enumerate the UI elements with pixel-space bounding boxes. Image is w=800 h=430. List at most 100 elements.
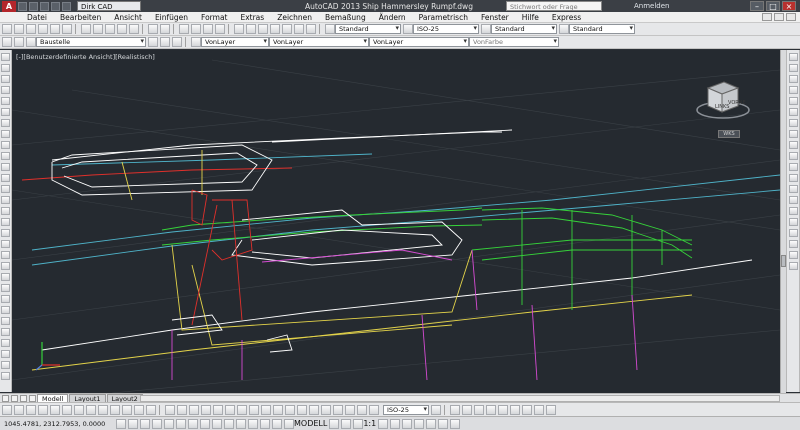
search-input[interactable]: Stichwort oder Frage eingeben: [506, 1, 602, 21]
dim-linear-bottom-icon[interactable]: [165, 404, 175, 415]
dim-space-bottom-icon[interactable]: [297, 404, 307, 415]
design-center-icon[interactable]: [246, 24, 256, 34]
mtext-tool-icon[interactable]: [1, 251, 10, 259]
auto-scale-icon[interactable]: [390, 418, 401, 429]
tolerance-bottom-icon[interactable]: [321, 404, 331, 415]
stretch-tool-icon[interactable]: [1, 361, 10, 369]
match-properties-icon[interactable]: [117, 24, 127, 34]
copy-tool-icon[interactable]: [1, 284, 10, 292]
quick-properties-icon[interactable]: [134, 404, 144, 415]
copy-icon[interactable]: [93, 24, 103, 34]
close-icon[interactable]: ×: [782, 1, 796, 11]
dim-angular-icon[interactable]: [788, 130, 798, 138]
transparency-icon[interactable]: [122, 404, 132, 415]
doc-restore-icon[interactable]: [774, 13, 784, 21]
login-button[interactable]: Anmelden: [634, 2, 669, 10]
ortho-mode-icon[interactable]: [26, 404, 36, 415]
color-swatch-icon[interactable]: [191, 37, 201, 47]
dim-diameter-icon[interactable]: [788, 119, 798, 127]
pan-icon[interactable]: [179, 24, 189, 34]
quick-dim-bottom-icon[interactable]: [261, 404, 271, 415]
dim-ordinate-icon[interactable]: [788, 86, 798, 94]
zoom-previous-icon[interactable]: [215, 24, 225, 34]
menu-hilfe[interactable]: Hilfe: [522, 13, 539, 22]
grid-display-icon[interactable]: [14, 404, 24, 415]
menu-aendern[interactable]: Ändern: [379, 13, 406, 22]
grid-icon[interactable]: [140, 418, 150, 429]
maximize-icon[interactable]: □: [766, 1, 780, 11]
offset-tool-icon[interactable]: [1, 306, 10, 314]
sc-icon[interactable]: [272, 418, 282, 429]
menu-einfuegen[interactable]: Einfügen: [155, 13, 188, 22]
redo-icon[interactable]: [160, 24, 170, 34]
dim-arc-icon[interactable]: [788, 75, 798, 83]
dim-radius-bottom-icon[interactable]: [213, 404, 223, 415]
dim-jogged-bottom-icon[interactable]: [225, 404, 235, 415]
trim-tool-icon[interactable]: [1, 372, 10, 380]
dim-ordinate-bottom-icon[interactable]: [201, 404, 211, 415]
dim-style-select[interactable]: ISO-25: [413, 24, 479, 34]
text-style-select[interactable]: Standard: [335, 24, 401, 34]
workspace-select[interactable]: Dirk CAD: [77, 1, 141, 11]
region-tool-icon[interactable]: [1, 229, 10, 237]
plotstyle-select[interactable]: VonFarbe: [469, 37, 559, 47]
lineweight-display-icon[interactable]: [110, 404, 120, 415]
jogged-linear-icon[interactable]: [788, 229, 798, 237]
quick-view-layouts-icon[interactable]: [329, 418, 340, 429]
tolerance-icon[interactable]: [788, 196, 798, 204]
coordinate-display[interactable]: 1045.4781, 2312.7953, 0.0000: [4, 420, 114, 428]
table-style-icon[interactable]: [481, 24, 491, 34]
dim-arc-bottom-icon[interactable]: [189, 404, 199, 415]
object-snap-icon[interactable]: [50, 404, 60, 415]
horizontal-scrollbar[interactable]: [140, 395, 780, 402]
make-current-icon[interactable]: [148, 37, 158, 47]
arc-tool-icon[interactable]: [1, 108, 10, 116]
table-style-select[interactable]: Standard: [491, 24, 557, 34]
dim-style-manager-icon[interactable]: [431, 404, 441, 415]
linetype-select[interactable]: VonLayer: [269, 37, 369, 47]
array-tool-icon[interactable]: [1, 317, 10, 325]
presspull-icon[interactable]: [534, 404, 544, 415]
dim-break-bottom-icon[interactable]: [309, 404, 319, 415]
zoom-window-icon[interactable]: [203, 24, 213, 34]
color-select[interactable]: VonLayer: [201, 37, 269, 47]
multileader-style-select[interactable]: Standard: [569, 24, 635, 34]
save-icon[interactable]: [40, 1, 49, 11]
dim-aligned-icon[interactable]: [788, 64, 798, 72]
jogged-linear-bottom-icon[interactable]: [357, 404, 367, 415]
tpy-icon[interactable]: [248, 418, 258, 429]
annotation-scale-value[interactable]: 1:1: [363, 419, 376, 428]
annotation-visibility-icon[interactable]: [378, 418, 389, 429]
dim-aligned-bottom-icon[interactable]: [177, 404, 187, 415]
hardware-acceleration-icon[interactable]: [438, 418, 449, 429]
center-mark-icon[interactable]: [788, 207, 798, 215]
dim-space-icon[interactable]: [788, 174, 798, 182]
menu-parametrisch[interactable]: Parametrisch: [419, 13, 468, 22]
polar-icon[interactable]: [164, 418, 174, 429]
dim-diameter-bottom-icon[interactable]: [237, 404, 247, 415]
polygon-tool-icon[interactable]: [1, 86, 10, 94]
print-icon[interactable]: [38, 24, 48, 34]
table-tool-icon[interactable]: [1, 240, 10, 248]
polar-tracking-icon[interactable]: [38, 404, 48, 415]
snap-mode-icon[interactable]: [2, 404, 12, 415]
ellipse-arc-tool-icon[interactable]: [1, 163, 10, 171]
rectangle-tool-icon[interactable]: [1, 97, 10, 105]
dim-edit-bottom-icon[interactable]: [369, 404, 379, 415]
line-tool-icon[interactable]: [1, 53, 10, 61]
sweep-icon[interactable]: [510, 404, 520, 415]
subtract-icon[interactable]: [462, 404, 472, 415]
sheet-set-icon[interactable]: [270, 24, 280, 34]
dynamic-input-icon[interactable]: [98, 404, 108, 415]
tab-last-icon[interactable]: [29, 395, 36, 402]
new-file-icon[interactable]: [18, 1, 27, 11]
move-tool-icon[interactable]: [1, 328, 10, 336]
qp-icon[interactable]: [260, 418, 270, 429]
menu-express[interactable]: Express: [552, 13, 581, 22]
workspace-switching-icon[interactable]: [402, 418, 413, 429]
insert-block-icon[interactable]: [1, 174, 10, 182]
am-icon[interactable]: [284, 418, 294, 429]
tab-layout2[interactable]: Layout2: [106, 394, 143, 403]
layer-manager-icon[interactable]: [2, 37, 12, 47]
tab-prev-icon[interactable]: [11, 395, 18, 402]
